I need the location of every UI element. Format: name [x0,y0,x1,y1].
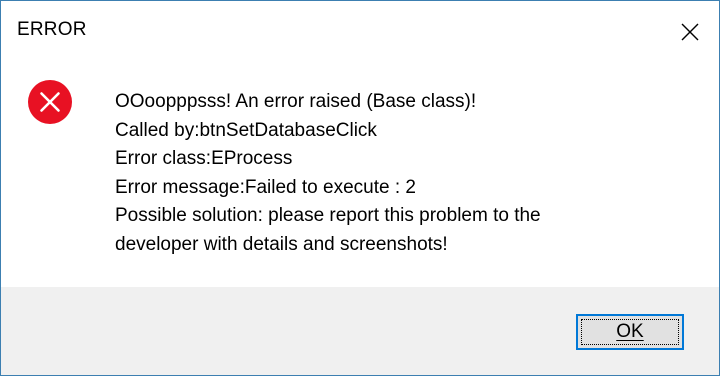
message-line: OOoopppsss! An error raised (Base class)… [115,91,477,112]
message-line: Error message:Failed to execute : 2 [115,176,416,198]
error-icon [28,80,72,124]
error-dialog: ERROR OOoopppsss! An error raised (Base … [0,0,720,376]
focus-ring [581,319,679,345]
title-bar[interactable]: ERROR [1,1,719,63]
ok-button[interactable]: OK [576,314,684,350]
message-line: developer with details and screenshots! [115,233,448,255]
dialog-title: ERROR [17,19,87,40]
error-message: OOoopppsss! An error raised (Base class)… [115,88,695,259]
dialog-footer: OK [1,287,719,375]
dialog-content: OOoopppsss! An error raised (Base class)… [1,63,719,287]
message-line: Possible solution: please report this pr… [115,205,541,226]
close-icon [681,23,699,41]
close-button[interactable] [661,1,719,63]
message-line: Error class:EProcess [115,148,293,169]
message-line: Called by:btnSetDatabaseClick [115,119,377,141]
